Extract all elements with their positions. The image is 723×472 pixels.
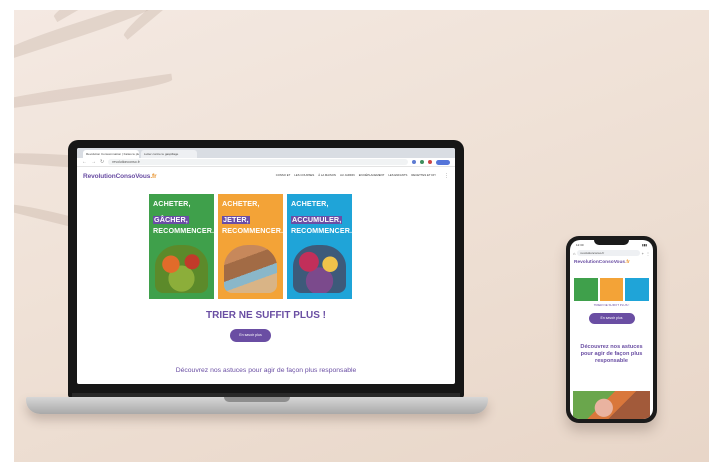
site-header: RevolutionConsoVous.fr CONSO ET LES COUR… [77,167,455,185]
poster-line: RECOMMENCER... [291,225,352,235]
poster-line: RECOMMENCER... [153,225,214,235]
menu-item[interactable]: CONSO ET [276,173,291,179]
menu-item[interactable]: RECETTES ET DIY [411,173,436,179]
phone-hands-photo [573,391,650,419]
logo-main: RevolutionConsoVous [574,260,626,265]
campaign-posters: ACHETER, GÂCHER, RECOMMENCER... ACHETER,… [149,194,352,299]
poster-line: RECOMMENCER... [222,225,283,235]
poster-line-highlight: GÂCHER, [153,214,189,224]
extension-icon[interactable] [428,160,432,164]
browser-tab[interactable]: Lutter contre le gaspillage [141,150,197,158]
laptop-screen: Revolution Consommation | Faites le plei… [77,148,455,384]
more-menu-icon[interactable]: ⋮ [646,251,650,256]
clothes-pile-image [293,245,346,293]
laptop-device: Revolution Consommation | Faites le plei… [68,140,464,398]
laptop-trackpad-notch [224,397,290,402]
poster-line-highlight: ACCUMULER, [291,214,343,224]
poster-line: ACHETER, [222,199,260,208]
browser-address-bar: ← → ↻ revolutionconso.fr [77,158,455,167]
boxes-pile-image [224,245,277,293]
poster-boxes: ACHETER, JETER, RECOMMENCER... [218,194,283,299]
poster-line: ACHETER, [153,199,191,208]
extension-icon[interactable] [412,160,416,164]
add-tab-icon[interactable]: + [642,251,644,256]
profile-button[interactable] [436,159,450,165]
phone-posters [570,268,653,301]
forward-arrow-icon[interactable]: → [91,159,96,165]
phone-address-bar: ⌂ revolutionconso.fr + ⋮ [573,249,650,257]
phone-screen: 12:30 ▮▮▮ ⌂ revolutionconso.fr + ⋮ Revol… [570,240,653,419]
site-logo[interactable]: RevolutionConsoVous.fr [83,173,157,180]
browser-tab-bar: Revolution Consommation | Faites le plei… [77,148,455,158]
phone-poster-boxes [599,278,624,301]
home-icon[interactable]: ⌂ [573,251,575,256]
more-menu-icon[interactable]: ⋮ [444,173,449,179]
section-subtitle: Découvrez nos astuces pour agir de façon… [175,367,357,374]
extension-icon[interactable] [420,160,424,164]
battery-icon: ▮▮▮ [642,243,647,247]
menu-item[interactable]: AU JARDIN [340,173,355,179]
menu-item[interactable]: LES COURSES [294,173,314,179]
status-time: 12:30 [576,243,584,247]
phone-tagline: TRIER NE SUFFIT PLUS ! [593,303,630,307]
phone-poster-food [574,278,598,301]
poster-food: ACHETER, GÂCHER, RECOMMENCER... [149,194,214,299]
food-pile-image [155,245,208,293]
phone-notch [594,240,629,245]
menu-item[interactable]: À LA MAISON [318,173,336,179]
menu-item[interactable]: EN DÉPLACEMENT [359,173,385,179]
phone-section-title: Découvrez nos astuces pour agir de façon… [580,344,643,364]
poster-line-highlight: JETER, [222,214,250,224]
phone-site-logo[interactable]: RevolutionConsoVous.fr [570,257,653,268]
leaf-shadow [14,73,173,112]
poster-clothes: ACHETER, ACCUMULER, RECOMMENCER... [287,194,352,299]
learn-more-button[interactable]: En savoir plus [230,329,271,342]
reload-icon[interactable]: ↻ [100,159,104,165]
menu-item[interactable]: LES ENFANTS [388,173,407,179]
phone-poster-clothes [625,278,650,301]
browser-tab-active[interactable]: Revolution Consommation | Faites le plei… [83,150,139,158]
page-headline: TRIER NE SUFFIT PLUS ! [206,310,326,321]
logo-main: RevolutionConsoVous [83,172,151,180]
site-menu: CONSO ET LES COURSES À LA MAISON AU JARD… [276,173,449,179]
phone-url-input[interactable]: revolutionconso.fr [577,250,640,256]
back-arrow-icon[interactable]: ← [82,159,87,165]
phone-device: 12:30 ▮▮▮ ⌂ revolutionconso.fr + ⋮ Revol… [566,236,657,423]
phone-learn-more-button[interactable]: En savoir plus [588,313,635,324]
logo-accent: .fr [150,172,157,180]
poster-line: ACHETER, [291,199,329,208]
url-input[interactable]: revolutionconso.fr [108,159,408,165]
logo-accent: .fr [625,260,630,265]
